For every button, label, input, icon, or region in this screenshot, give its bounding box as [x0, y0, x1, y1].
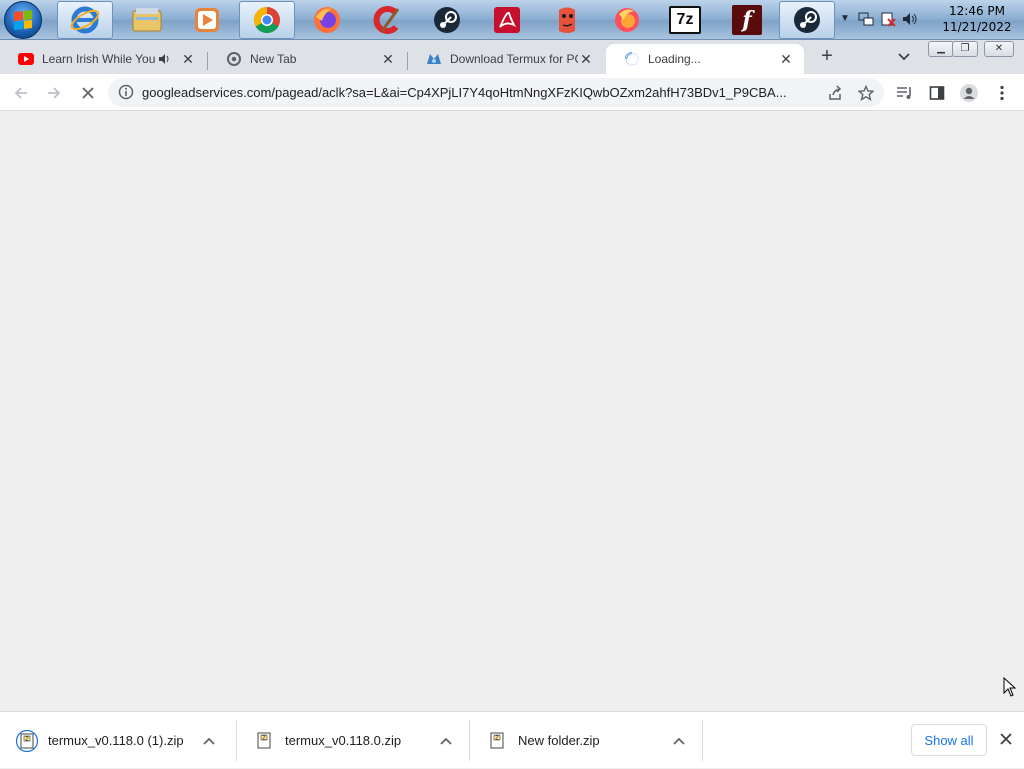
- stop-loading-button[interactable]: [77, 82, 99, 104]
- close-tab-button[interactable]: ✕: [778, 51, 794, 67]
- tab-download-termux[interactable]: Download Termux for PC ✕: [408, 44, 604, 74]
- minimize-button[interactable]: ▁: [928, 41, 954, 57]
- chevron-up-icon[interactable]: [667, 729, 691, 753]
- volume-icon[interactable]: [902, 11, 918, 27]
- chevron-up-icon[interactable]: [434, 729, 458, 753]
- download-filename: termux_v0.118.0.zip: [285, 733, 402, 748]
- taskbar-face-app[interactable]: [539, 1, 595, 39]
- tab-new-tab[interactable]: New Tab ✕: [208, 44, 406, 74]
- tab-strip: Learn Irish While You ✕ New Tab ✕ Downlo…: [0, 40, 1024, 74]
- bookmark-star-icon[interactable]: [857, 84, 875, 102]
- taskbar-firefox[interactable]: [299, 1, 355, 39]
- close-tab-button[interactable]: ✕: [380, 51, 396, 67]
- media-control-icon[interactable]: [895, 83, 915, 103]
- zip-file-icon: Z: [16, 729, 38, 752]
- address-bar[interactable]: googleadservices.com/pagead/aclk?sa=L&ai…: [108, 78, 884, 107]
- taskbar-media-player[interactable]: [179, 1, 235, 39]
- windows-logo-icon: [14, 10, 32, 30]
- face-icon: [559, 7, 575, 33]
- clock[interactable]: 12:46 PM 11/21/2022: [942, 3, 1012, 35]
- system-tray: ▼ 12:46 PM 11/21/2022: [834, 0, 1024, 40]
- close-icon: [1000, 733, 1012, 745]
- close-tab-button[interactable]: ✕: [180, 51, 196, 67]
- clock-time: 12:46 PM: [949, 4, 1005, 18]
- download-separator: [702, 720, 703, 761]
- share-icon[interactable]: [826, 84, 844, 102]
- tab-learn-irish[interactable]: Learn Irish While You ✕: [0, 44, 206, 74]
- media-player-icon: [195, 8, 219, 32]
- windows-taskbar: 7z f ▼ 12:46 PM 11/21/2022: [0, 0, 1024, 40]
- back-arrow-icon: [14, 87, 27, 99]
- youtube-icon: [18, 51, 34, 67]
- acrobat-icon: [494, 7, 520, 33]
- show-hidden-icons-icon[interactable]: ▼: [840, 13, 850, 24]
- show-all-button[interactable]: Show all: [911, 724, 987, 756]
- tab-title: Loading...: [648, 52, 701, 66]
- taskbar-7zip[interactable]: 7z: [657, 1, 713, 39]
- mouse-cursor-icon: [1003, 677, 1017, 697]
- download-bar: Z termux_v0.118.0 (1).zip Z termux_v0.11…: [0, 711, 1024, 768]
- svg-text:Z: Z: [262, 735, 266, 741]
- page-content[interactable]: [0, 111, 1024, 711]
- tab-search-icon[interactable]: [896, 48, 914, 66]
- firefox-icon: [314, 7, 340, 33]
- file-explorer-icon: [132, 8, 162, 32]
- taskbar-steam-2[interactable]: [779, 1, 835, 39]
- download-item[interactable]: Z termux_v0.118.0 (1).zip: [0, 712, 233, 769]
- svg-text:Z: Z: [495, 735, 499, 741]
- taskbar-flash[interactable]: f: [719, 1, 775, 39]
- taskbar-file-explorer[interactable]: [119, 1, 175, 39]
- url-text[interactable]: googleadservices.com/pagead/aclk?sa=L&ai…: [142, 85, 822, 100]
- 7zip-icon: 7z: [669, 6, 701, 34]
- close-window-button[interactable]: ✕: [984, 41, 1014, 57]
- network-icon[interactable]: [858, 11, 874, 27]
- steam-icon: [434, 7, 460, 33]
- menu-kebab-icon[interactable]: [992, 83, 1012, 103]
- zip-file-icon: Z: [486, 730, 508, 752]
- flash-icon: f: [732, 5, 762, 35]
- forward-arrow-icon: [48, 87, 61, 99]
- back-button[interactable]: [10, 82, 32, 104]
- tab-title: Learn Irish While You: [42, 52, 156, 66]
- close-icon: [82, 87, 94, 99]
- download-filename: termux_v0.118.0 (1).zip: [48, 733, 184, 748]
- taskbar-chrome[interactable]: [239, 1, 295, 39]
- tab-title: New Tab: [250, 52, 297, 66]
- taskbar-internet-explorer[interactable]: [57, 1, 113, 39]
- forward-button[interactable]: [43, 82, 65, 104]
- close-tab-button[interactable]: ✕: [578, 51, 594, 67]
- action-center-icon[interactable]: [880, 11, 896, 27]
- taskbar-ccleaner[interactable]: [359, 1, 415, 39]
- ccleaner-icon: [373, 6, 400, 34]
- audio-playing-icon[interactable]: [156, 53, 174, 65]
- download-item[interactable]: Z termux_v0.118.0.zip: [237, 712, 470, 769]
- taskbar-steam[interactable]: [419, 1, 475, 39]
- chrome-icon: [226, 51, 242, 67]
- firefox-nightly-icon: [615, 8, 639, 32]
- chevron-up-icon[interactable]: [197, 729, 221, 753]
- internet-explorer-icon: [70, 6, 100, 34]
- zip-file-icon: Z: [253, 730, 275, 752]
- info-icon[interactable]: [118, 84, 134, 100]
- tab-title: Download Termux for PC: [450, 52, 578, 66]
- side-panel-icon[interactable]: [927, 83, 947, 103]
- loading-spinner-icon: [624, 51, 640, 67]
- chrome-icon: [253, 6, 280, 34]
- profile-avatar-icon[interactable]: [959, 83, 979, 103]
- start-button[interactable]: [4, 1, 42, 39]
- download-filename: New folder.zip: [518, 733, 600, 748]
- new-tab-button[interactable]: +: [814, 46, 840, 68]
- steam-icon: [794, 7, 820, 33]
- taskbar-firefox-nightly[interactable]: [599, 1, 655, 39]
- clock-date: 11/21/2022: [942, 20, 1012, 34]
- site-icon: [426, 51, 442, 67]
- browser-toolbar: googleadservices.com/pagead/aclk?sa=L&ai…: [0, 74, 1024, 111]
- download-item[interactable]: Z New folder.zip: [470, 712, 703, 769]
- close-download-bar-button[interactable]: [996, 729, 1016, 749]
- tab-loading[interactable]: Loading... ✕: [606, 44, 804, 74]
- svg-text:Z: Z: [25, 736, 29, 742]
- restore-button[interactable]: ❐: [952, 41, 978, 57]
- taskbar-adobe-reader[interactable]: [479, 1, 535, 39]
